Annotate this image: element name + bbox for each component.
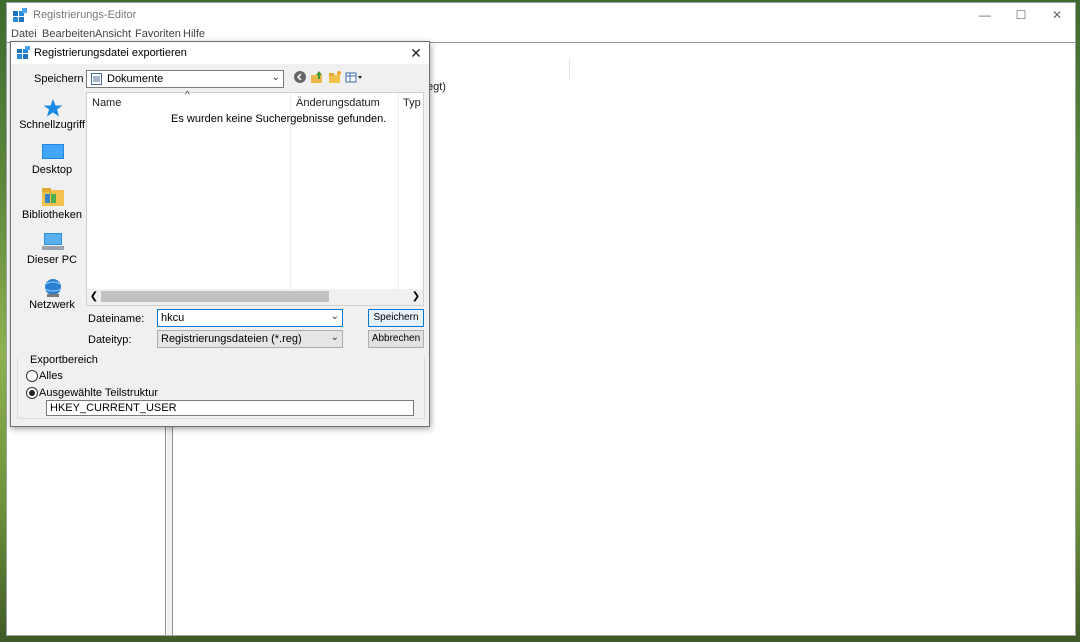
filetype-value: Registrierungsdateien (*.reg) xyxy=(161,333,302,345)
chevron-down-icon[interactable]: ⌄ xyxy=(331,311,339,322)
window-title: Registrierungs-Editor xyxy=(33,9,137,21)
menu-bar: Datei Bearbeiten Ansicht Favoriten Hilfe xyxy=(7,28,1075,42)
minimize-button[interactable]: — xyxy=(967,3,1003,27)
save-button[interactable]: Speichern xyxy=(368,309,424,327)
view-menu-icon[interactable] xyxy=(345,70,365,86)
menu-datei[interactable]: Datei xyxy=(11,28,37,40)
close-window-button[interactable]: ✕ xyxy=(1039,3,1075,27)
column-divider xyxy=(569,59,570,79)
save-in-dropdown[interactable]: Dokumente ⌄ xyxy=(86,70,284,88)
dialog-close-button[interactable]: ✕ xyxy=(407,44,425,62)
place-label: Netzwerk xyxy=(29,299,75,311)
sort-up-icon: ^ xyxy=(185,90,190,101)
save-in-value: Dokumente xyxy=(107,73,164,85)
filename-value: hkcu xyxy=(161,312,185,324)
filename-label: Dateiname: xyxy=(88,313,145,325)
place-label: Schnellzugriff xyxy=(19,119,85,131)
star-icon xyxy=(42,98,64,117)
place-quick-access[interactable]: Schnellzugriff xyxy=(17,94,87,136)
network-icon xyxy=(42,278,64,297)
place-label: Bibliotheken xyxy=(22,209,82,221)
column-header-name[interactable]: Name xyxy=(92,97,121,109)
branch-path-input[interactable]: HKEY_CURRENT_USER xyxy=(46,400,414,416)
radio-selected-branch[interactable] xyxy=(26,387,38,399)
title-bar: Registrierungs-Editor — ☐ ✕ xyxy=(7,3,1075,27)
branch-path-value: HKEY_CURRENT_USER xyxy=(50,402,177,414)
documents-icon xyxy=(91,73,102,85)
filetype-label: Dateityp: xyxy=(88,334,132,346)
place-this-pc[interactable]: Dieser PC xyxy=(17,229,87,271)
up-folder-icon[interactable] xyxy=(309,70,325,86)
chevron-down-icon: ⌄ xyxy=(330,332,339,343)
radio-selected-dot xyxy=(29,390,35,396)
menu-favoriten[interactable]: Favoriten xyxy=(135,28,181,40)
regedit-app-icon xyxy=(13,8,27,22)
menu-ansicht[interactable]: Ansicht xyxy=(95,28,131,40)
place-network[interactable]: Netzwerk xyxy=(17,274,87,316)
place-label: Dieser PC xyxy=(26,254,78,266)
regedit-dialog-icon xyxy=(17,46,30,59)
dialog-title-bar: Registrierungsdatei exportieren ✕ xyxy=(11,42,429,64)
scroll-left-icon[interactable]: ❮ xyxy=(87,289,101,305)
chevron-down-icon: ⌄ xyxy=(271,72,280,83)
scroll-right-icon[interactable]: ❯ xyxy=(409,289,423,305)
scrollbar-thumb[interactable] xyxy=(101,291,329,302)
cancel-button[interactable]: Abbrechen xyxy=(368,330,424,348)
places-bar: Schnellzugriff Desktop Bibliotheken Dies… xyxy=(17,94,87,342)
export-range-label: Exportbereich xyxy=(28,354,100,366)
desktop-icon xyxy=(42,143,64,161)
file-list[interactable]: Name ^ Änderungsdatum Typ Es wurden kein… xyxy=(86,90,424,306)
filename-input[interactable]: hkcu ⌄ xyxy=(157,309,343,327)
export-dialog: Registrierungsdatei exportieren ✕ Speich… xyxy=(10,41,430,427)
radio-branch-label[interactable]: Ausgewählte Teilstruktur xyxy=(39,387,158,399)
column-separator xyxy=(398,93,399,289)
dialog-title: Registrierungsdatei exportieren xyxy=(34,47,187,59)
horizontal-scrollbar[interactable]: ❮ ❯ xyxy=(87,289,423,305)
radio-all[interactable] xyxy=(26,370,38,382)
libraries-folder-icon xyxy=(42,188,64,206)
back-icon[interactable] xyxy=(292,70,308,86)
maximize-button[interactable]: ☐ xyxy=(1003,3,1039,27)
place-libraries[interactable]: Bibliotheken xyxy=(17,184,87,226)
radio-all-label[interactable]: Alles xyxy=(39,370,63,382)
menu-bearbeiten[interactable]: Bearbeiten xyxy=(42,28,95,40)
new-folder-icon[interactable] xyxy=(327,70,343,86)
place-desktop[interactable]: Desktop xyxy=(17,139,87,181)
filetype-dropdown[interactable]: Registrierungsdateien (*.reg) ⌄ xyxy=(157,330,343,348)
computer-icon xyxy=(42,233,64,251)
empty-message: Es wurden keine Suchergebnisse gefunden. xyxy=(171,113,387,125)
column-header-type[interactable]: Typ xyxy=(403,97,421,109)
place-label: Desktop xyxy=(31,164,73,176)
column-header-date[interactable]: Änderungsdatum xyxy=(296,97,380,109)
menu-hilfe[interactable]: Hilfe xyxy=(183,28,205,40)
